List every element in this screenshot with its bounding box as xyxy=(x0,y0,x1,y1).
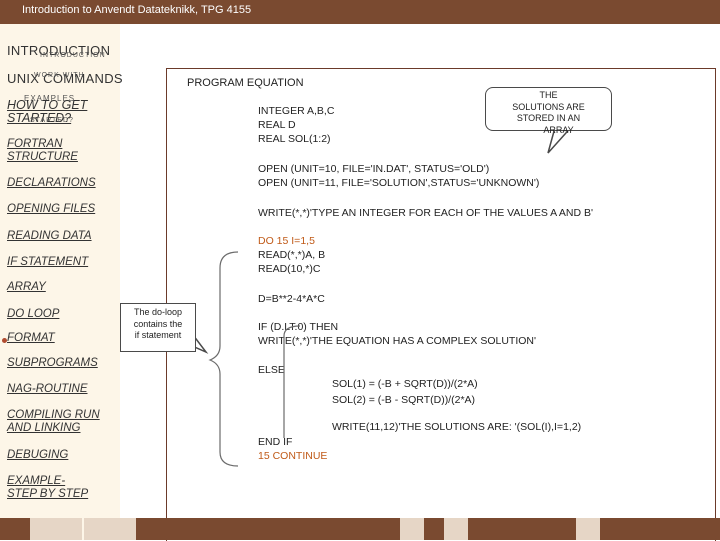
code-solution-2: SOL(2) = (-B - SQRT(D))/(2*A) xyxy=(332,394,476,406)
sidebar-item-introduction-overlay: INTRODUCTION xyxy=(40,52,106,59)
code-write-prompt: WRITE(*,*)'TYPE AN INTEGER FOR EACH OF T… xyxy=(258,207,594,219)
code-end-if: END IF xyxy=(258,436,293,448)
code-open-solution: OPEN (UNIT=11, FILE='SOLUTION',STATUS='U… xyxy=(258,177,540,189)
sidebar-nav: INTRODUCTION INTRODUCTION UNIX COMMANDS … xyxy=(0,24,123,540)
code-program-line: PROGRAM EQUATION xyxy=(187,77,304,89)
footer-strip-3 xyxy=(424,518,444,540)
sidebar-item-format[interactable]: FORMAT xyxy=(7,332,55,345)
code-open-in: OPEN (UNIT=10, FILE='IN.DAT', STATUS='OL… xyxy=(258,163,490,175)
code-decl-array: REAL SOL(1:2) xyxy=(258,133,331,145)
code-do-statement: DO 15 I=1,5 xyxy=(258,235,315,247)
solutions-callout-line-3: STORED IN AN xyxy=(516,113,581,123)
sidebar-item-unix-overlay: WORK WITH xyxy=(34,72,85,79)
solutions-callout: THE SOLUTIONS ARE STORED IN AN ARRAY xyxy=(485,87,612,135)
code-decl-real: REAL D xyxy=(258,119,296,131)
footer-logo-1 xyxy=(30,518,82,540)
sidebar-item-debuging[interactable]: DEBUGING xyxy=(7,449,68,462)
code-else: ELSE xyxy=(258,364,285,376)
doloop-callout: The do-loop contains the if statement xyxy=(120,303,196,352)
code-write-solutions: WRITE(11,12)'THE SOLUTIONS ARE: '(SOL(I)… xyxy=(332,421,582,433)
footer-nav-3[interactable] xyxy=(576,518,600,540)
code-solution-1: SOL(1) = (-B + SQRT(D))/(2*A) xyxy=(332,378,478,390)
sidebar-item-array[interactable]: ARRAY xyxy=(7,281,46,294)
sidebar-item-compiling-run-linking[interactable]: COMPILING RUN AND LINKING xyxy=(7,409,115,435)
sidebar-item-example-step-by-step[interactable]: EXAMPLE- STEP BY STEP xyxy=(7,475,97,501)
doloop-callout-line-3: if statement xyxy=(134,330,182,340)
footer-nav-2[interactable] xyxy=(444,518,468,540)
footer-strip-4 xyxy=(468,518,576,540)
sidebar-item-declarations[interactable]: DECLARATIONS xyxy=(7,177,96,190)
sidebar-item-opening-files[interactable]: OPENING FILES xyxy=(7,203,95,216)
footer-strip-2 xyxy=(136,518,400,540)
window-title: Introduction to Anvendt Datateknikk, TPG… xyxy=(22,4,252,16)
solutions-callout-line-1: THE xyxy=(539,90,558,100)
title-bar: Introduction to Anvendt Datateknikk, TPG… xyxy=(0,0,720,24)
code-decl-integer: INTEGER A,B,C xyxy=(258,105,335,117)
footer-logo-2 xyxy=(84,518,136,540)
footer-nav-1[interactable] xyxy=(400,518,424,540)
solutions-callout-line-2: SOLUTIONS ARE xyxy=(512,101,585,112)
doloop-callout-line-2: contains the xyxy=(133,318,183,329)
sidebar-item-fortran-structure[interactable]: FORTRAN STRUCTURE xyxy=(7,138,107,164)
solutions-callout-line-4: ARRAY xyxy=(543,124,574,135)
sidebar-item-reading-data[interactable]: READING DATA xyxy=(7,230,92,243)
code-continue: 15 CONTINUE xyxy=(258,450,328,462)
code-read-c: READ(10,*)C xyxy=(258,263,321,275)
code-panel xyxy=(166,68,716,541)
sidebar-item-nag-routine[interactable]: NAG-ROUTINE xyxy=(7,383,88,396)
code-write-complex: WRITE(*,*)'THE EQUATION HAS A COMPLEX SO… xyxy=(258,335,537,347)
code-discriminant: D=B**2-4*A*C xyxy=(258,293,325,305)
footer-strip-1 xyxy=(0,518,30,540)
doloop-callout-line-1: The do-loop xyxy=(133,307,183,317)
sidebar-item-subprograms[interactable]: SUBPROGRAMS xyxy=(7,357,98,370)
sidebar-item-started-overlay: STARTED? xyxy=(30,117,74,124)
footer-strip-5 xyxy=(600,518,720,540)
code-if-statement: IF (D.LT.0) THEN xyxy=(258,321,339,333)
sidebar-item-if-statement[interactable]: IF STATEMENT xyxy=(7,256,88,269)
sidebar-item-do-loop[interactable]: DO LOOP xyxy=(7,308,59,321)
code-read-ab: READ(*,*)A, B xyxy=(258,249,326,261)
